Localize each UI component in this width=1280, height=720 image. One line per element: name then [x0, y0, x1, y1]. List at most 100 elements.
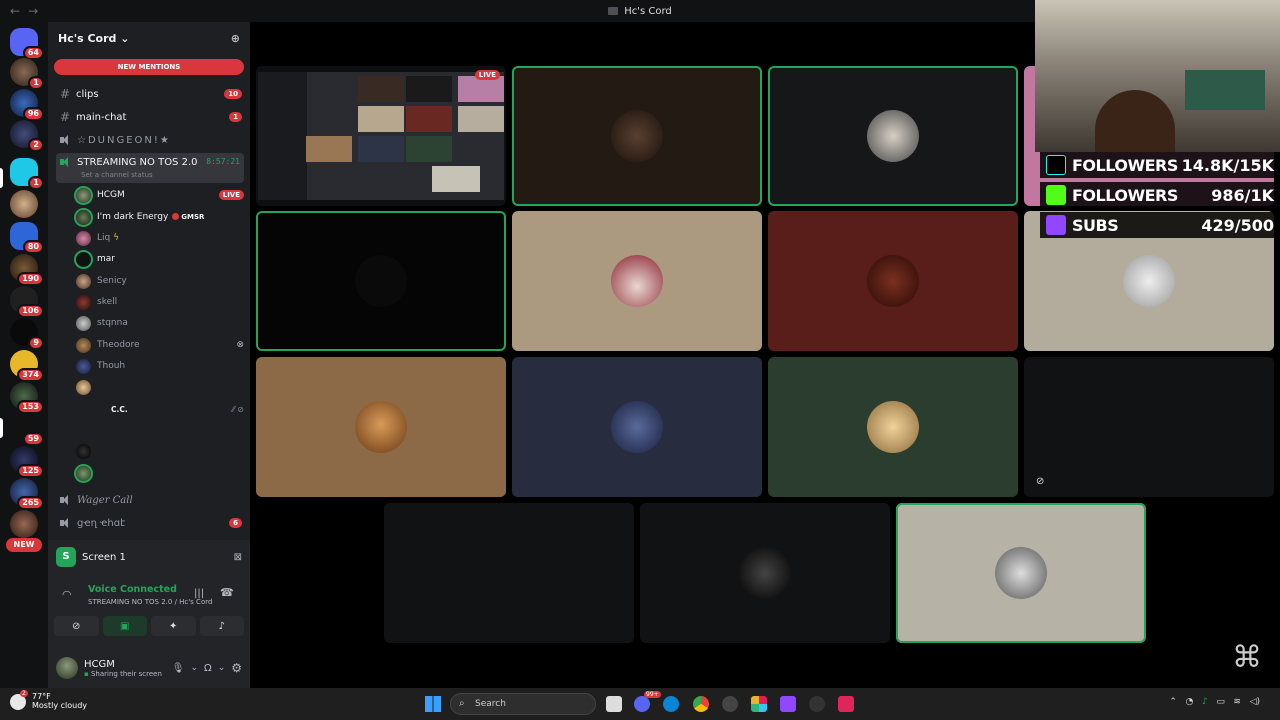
headphones-icon[interactable]: Ω [204, 663, 212, 674]
voice-user-senicy[interactable]: Senicy [76, 271, 244, 291]
screen-share-row[interactable]: S Screen 1 ⊠ [48, 540, 250, 574]
windows-start-icon[interactable] [425, 696, 441, 712]
chevron-down-icon[interactable]: ⌄ [218, 663, 226, 673]
server-icon-3[interactable]: 2 [10, 120, 44, 152]
wifi-icon[interactable]: ≋ [1233, 697, 1241, 707]
voice-user-avatar-only-1[interactable] [76, 441, 244, 461]
text-channel-icon: # [60, 87, 71, 101]
participant-tile-10[interactable] [768, 357, 1018, 497]
participant-tile-5[interactable] [512, 211, 762, 351]
microphone-icon[interactable]: 🎙︎ [172, 663, 185, 674]
channel-status[interactable]: Set a channel status [81, 171, 153, 179]
participant-tile-12[interactable] [384, 503, 634, 643]
chevron-down-icon[interactable]: ⌄ [190, 663, 198, 673]
new-unreads-badge[interactable]: NEW [6, 538, 42, 552]
channel-dungeon[interactable]: ☆DUNGEON!★ [56, 130, 244, 150]
participant-tile-9[interactable] [512, 357, 762, 497]
channel-wager-call[interactable]: Wager Call [56, 490, 244, 510]
user-info[interactable]: HCGM ▪ Sharing their screen [84, 659, 172, 678]
voice-user-thouh[interactable]: Thouh [76, 356, 244, 376]
disconnect-icon[interactable]: ☎ [220, 586, 234, 599]
volume-icon[interactable]: ◁) [1250, 697, 1260, 707]
twitch-app-icon[interactable] [780, 696, 796, 712]
voice-user-stqnna[interactable]: stqnna [76, 313, 244, 333]
taskbar-search[interactable]: ⌕ Search [450, 693, 596, 715]
avatar [76, 273, 91, 289]
voice-user-skell[interactable]: skell [76, 292, 244, 312]
task-view-icon[interactable] [606, 696, 622, 712]
participant-tile-4[interactable] [256, 211, 506, 351]
noise-suppression-icon[interactable]: ||| [194, 588, 204, 599]
add-member-icon[interactable]: ⊕ [231, 32, 240, 45]
server-icon-active[interactable]: 1 [10, 158, 44, 190]
avatar [76, 187, 91, 203]
server-icon-12[interactable]: 59 [10, 414, 44, 446]
streamer-figure [1095, 90, 1175, 152]
voice-user-hcgm[interactable]: HCGM LIVE [76, 185, 244, 205]
voice-user-dark-energy[interactable]: I'm dark Energy GMSR [76, 207, 244, 227]
chevron-up-icon[interactable]: ⌃ [1169, 697, 1177, 707]
new-mentions-bar[interactable]: NEW MENTIONS [54, 59, 244, 75]
close-stream-icon[interactable]: ⊠ [234, 552, 242, 563]
server-home-icon[interactable]: 64 [10, 28, 44, 60]
speaker-icon [60, 135, 72, 145]
avatar[interactable] [56, 657, 78, 679]
stream-cell [306, 136, 352, 162]
obs-icon[interactable] [809, 696, 825, 712]
guild-header[interactable]: Hc's Cord ⌄ ⊕ [48, 22, 250, 54]
weather-widget[interactable]: 2 77°F Mostly cloudy [10, 690, 87, 710]
camera-off-button[interactable]: ⊘ [54, 616, 99, 636]
avatar [76, 443, 91, 459]
channel-gen-chat[interactable]: ցҽղ ҽհɑէ 6 [56, 513, 244, 533]
voice-user-mar[interactable]: mar [76, 249, 244, 269]
media-player-icon[interactable] [722, 696, 738, 712]
soundboard-button[interactable]: ♪ [199, 616, 244, 636]
discord-app-icon[interactable] [634, 696, 650, 712]
active-server-pill [0, 168, 3, 188]
server-icon-14[interactable]: 265 [10, 478, 44, 510]
participant-tile-14[interactable] [896, 503, 1146, 643]
server-rail: 64 1 96 2 1 80 190 106 9 374 153 59 125 … [0, 22, 48, 688]
server-icon-2[interactable]: 96 [10, 89, 44, 121]
voice-user-unnamed[interactable] [76, 377, 244, 397]
slack-icon[interactable] [751, 696, 767, 712]
participant-tile-11[interactable]: ⊘ [1024, 357, 1274, 497]
server-icon-11[interactable]: 153 [10, 382, 44, 414]
server-icon-15[interactable] [10, 510, 38, 538]
server-icon-5[interactable] [10, 190, 38, 218]
stream-cell [358, 76, 404, 102]
voice-user-avatar-only-2[interactable] [76, 463, 244, 483]
stop-share-button[interactable]: ▣ [102, 616, 147, 636]
network-icon[interactable]: ◔ [1186, 697, 1194, 707]
server-icon-7[interactable]: 190 [10, 254, 44, 286]
participant-tile-2[interactable] [768, 66, 1018, 206]
participant-tile-13[interactable] [640, 503, 890, 643]
tiktok-app-icon[interactable] [838, 696, 854, 712]
webcam-overlay [1035, 0, 1280, 152]
participant-tile-8[interactable] [256, 357, 506, 497]
settings-gear-icon[interactable]: ⚙ [231, 661, 242, 675]
participant-tile-6[interactable] [768, 211, 1018, 351]
channel-streaming[interactable]: STREAMING NO TOS 2.0 8:57:21 Set a chann… [56, 153, 244, 183]
channel-clips[interactable]: # clips 10 [56, 84, 244, 104]
server-icon-9[interactable]: 9 [10, 318, 44, 350]
avatar [76, 379, 91, 395]
server-icon-1[interactable]: 1 [10, 58, 44, 90]
voice-user-theodore[interactable]: Theodore ⊗ [76, 335, 244, 355]
stream-tile[interactable]: LIVE [256, 66, 506, 206]
participant-tile-1[interactable] [512, 66, 762, 206]
chrome-icon[interactable] [693, 696, 709, 712]
server-icon-6[interactable]: 80 [10, 222, 44, 254]
server-icon-13[interactable]: 125 [10, 446, 44, 478]
microphone-icon[interactable]: ♪ [1202, 697, 1208, 707]
voice-user-liq[interactable]: Liq ϟ [76, 228, 244, 248]
edge-icon[interactable] [663, 696, 679, 712]
channel-main-chat[interactable]: # main-chat 1 [56, 107, 244, 127]
voice-user-cc[interactable]: C.C. ⁄⁄ ⊘ [76, 399, 244, 419]
server-icon-8[interactable]: 106 [10, 286, 44, 318]
server-icon-10[interactable]: 374 [10, 350, 44, 382]
display-icon[interactable]: ▭ [1216, 697, 1225, 707]
kick-icon [1046, 185, 1066, 205]
activities-button[interactable]: ✦ [151, 616, 196, 636]
system-tray[interactable]: ⌃ ◔ ♪ ▭ ≋ ◁) [1169, 697, 1260, 707]
